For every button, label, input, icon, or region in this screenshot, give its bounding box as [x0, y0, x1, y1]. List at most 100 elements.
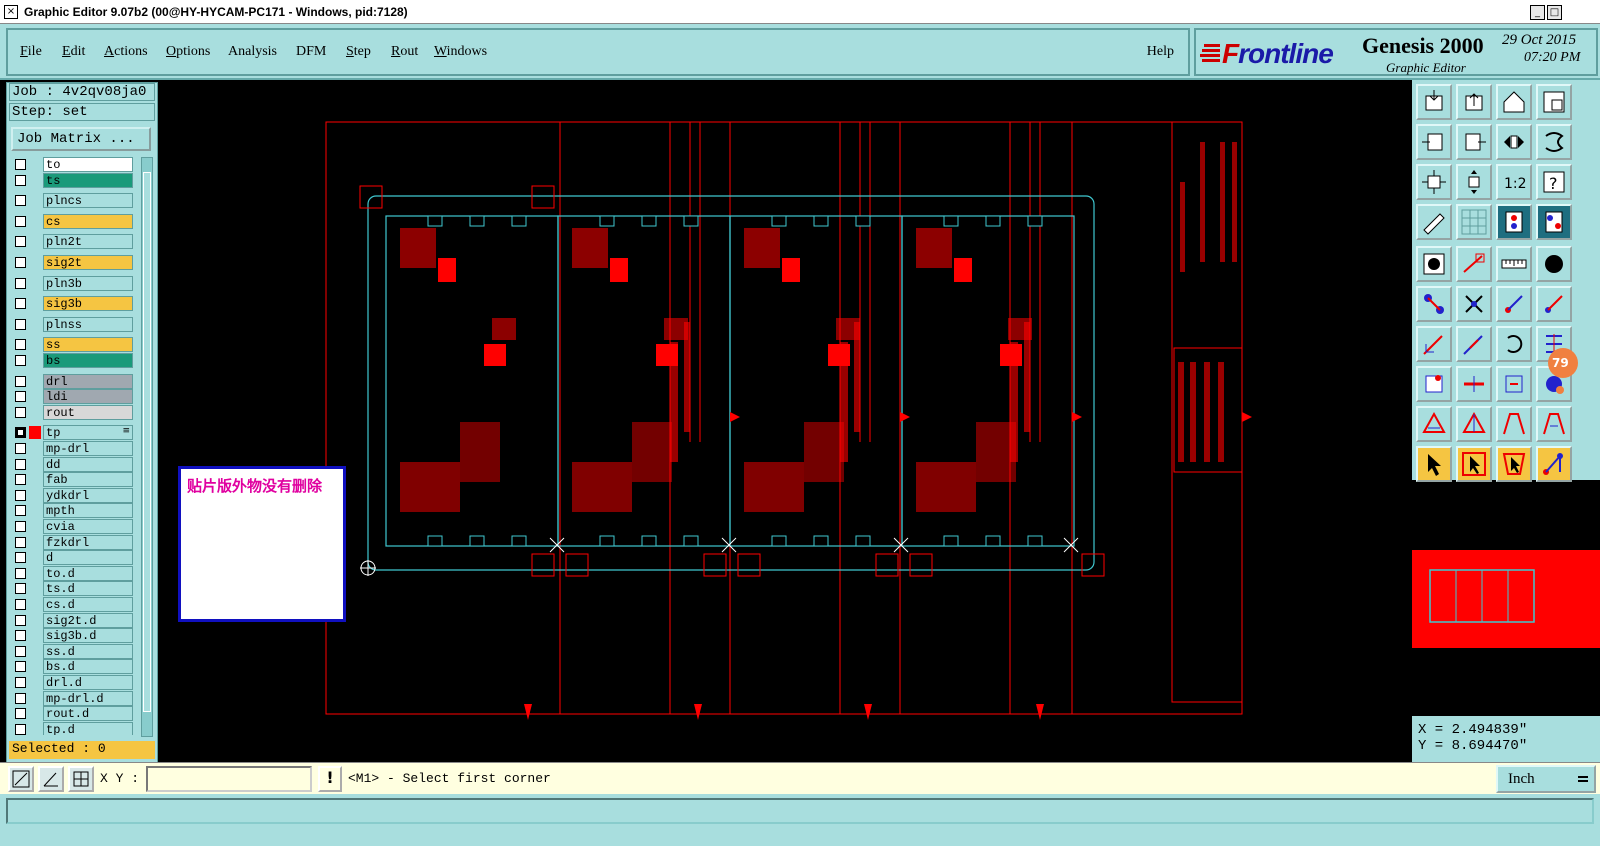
snap-blue-button[interactable]: [1536, 204, 1572, 240]
layer-name[interactable]: ts: [43, 172, 133, 188]
line-button[interactable]: [1456, 246, 1492, 282]
menu-edit[interactable]: Edit: [62, 44, 85, 60]
layer-row-mp-drl.d[interactable]: mp-drl.d: [11, 690, 135, 706]
home-step-button[interactable]: [1416, 84, 1452, 120]
ruler-button[interactable]: [1496, 246, 1532, 282]
layer-checkbox[interactable]: [15, 339, 26, 351]
layer-row-ts.d[interactable]: ts.d: [11, 581, 135, 597]
pencil-button[interactable]: [1416, 204, 1452, 240]
layer-checkbox[interactable]: [15, 474, 26, 486]
layer-name[interactable]: cs.d: [43, 597, 133, 612]
layer-row-fzkdrl[interactable]: fzkdrl: [11, 534, 135, 550]
prev-view-button[interactable]: [1416, 124, 1452, 160]
layer-name[interactable]: tp.d: [43, 721, 133, 735]
layer-row-sig2t[interactable]: sig2t: [11, 255, 135, 270]
layer-checkbox[interactable]: [15, 583, 26, 595]
layer-name[interactable]: fzkdrl: [43, 534, 133, 550]
layer-name[interactable]: mp-drl.d: [43, 690, 133, 706]
triangle-alt-button[interactable]: [1456, 406, 1492, 442]
layer-checkbox[interactable]: [15, 195, 26, 207]
layer-name[interactable]: plnss: [43, 316, 133, 332]
layer-checkbox[interactable]: [15, 614, 26, 626]
layer-checkbox[interactable]: [15, 661, 26, 673]
layer-name[interactable]: mp-drl: [43, 441, 133, 456]
layer-checkbox[interactable]: [15, 391, 26, 403]
layer-name[interactable]: ss: [43, 337, 133, 353]
layer-checkbox[interactable]: [15, 458, 26, 470]
snap-angle-button[interactable]: [38, 766, 64, 792]
layer-checkbox[interactable]: [15, 489, 26, 501]
graphics-canvas[interactable]: [160, 82, 1412, 762]
layer-row-sig2t.d[interactable]: sig2t.d: [11, 612, 135, 628]
layer-checkbox[interactable]: [15, 236, 26, 248]
rect-button[interactable]: [1416, 366, 1452, 402]
layer-name[interactable]: dd: [43, 456, 133, 472]
job-matrix-button[interactable]: Job Matrix ...: [11, 127, 151, 151]
layer-name[interactable]: d: [43, 550, 133, 566]
layer-menu-icon[interactable]: ≡: [122, 426, 130, 436]
layer-row-drl.d[interactable]: drl.d: [11, 675, 135, 690]
triangle-button[interactable]: [1416, 406, 1452, 442]
layer-name[interactable]: drl: [43, 373, 133, 389]
layer-name[interactable]: ldi: [43, 389, 133, 405]
layer-row-to.d[interactable]: to.d: [11, 565, 135, 581]
layer-checkbox[interactable]: [15, 723, 26, 735]
vector-alt-button[interactable]: [1536, 286, 1572, 322]
zoom-ratio-button[interactable]: 1:2: [1496, 164, 1532, 200]
layer-row-plnss[interactable]: plnss: [11, 316, 135, 332]
layer-name[interactable]: sig2t.d: [43, 612, 133, 628]
pan-button[interactable]: [1496, 124, 1532, 160]
layer-row-ts[interactable]: ts: [11, 172, 135, 188]
layer-row-cs[interactable]: cs: [11, 213, 135, 229]
layer-checkbox[interactable]: [15, 708, 26, 720]
warning-button[interactable]: !: [318, 766, 342, 792]
layer-checkbox[interactable]: [15, 215, 26, 227]
layer-name[interactable]: ydkdrl: [43, 487, 133, 503]
layer-name[interactable]: cs: [43, 213, 133, 229]
layer-name[interactable]: bs: [43, 353, 133, 368]
layer-row-d[interactable]: d: [11, 550, 135, 566]
menu-step[interactable]: Step: [346, 44, 371, 60]
layer-row-dd[interactable]: dd: [11, 456, 135, 472]
layer-row-ydkdrl[interactable]: ydkdrl: [11, 487, 135, 503]
layer-checkbox[interactable]: [15, 505, 26, 517]
app-icon[interactable]: ×: [4, 5, 18, 19]
vector-button[interactable]: [1496, 286, 1532, 322]
menu-file[interactable]: File: [20, 44, 42, 60]
layer-checkbox[interactable]: [15, 427, 26, 439]
layer-name[interactable]: rout.d: [43, 706, 133, 722]
layer-name[interactable]: drl.d: [43, 675, 133, 690]
arc-alt-button[interactable]: [1456, 326, 1492, 362]
scrollbar-thumb[interactable]: [143, 172, 151, 712]
layer-row-fab[interactable]: fab: [11, 472, 135, 488]
layer-row-rout[interactable]: rout: [11, 404, 135, 420]
next-view-button[interactable]: [1456, 124, 1492, 160]
menu-rout[interactable]: Rout: [391, 44, 418, 60]
layer-row-mpth[interactable]: mpth: [11, 503, 135, 519]
cross-button[interactable]: [1456, 286, 1492, 322]
layer-name[interactable]: plncs: [43, 193, 133, 209]
select-net-button[interactable]: [1536, 446, 1572, 482]
layer-row-mp-drl[interactable]: mp-drl: [11, 441, 135, 456]
layer-row-bs[interactable]: bs: [11, 353, 135, 368]
layer-name[interactable]: to: [43, 157, 133, 172]
layer-checkbox[interactable]: [15, 645, 26, 657]
layer-name[interactable]: to.d: [43, 565, 133, 581]
line-red-button[interactable]: [1456, 366, 1492, 402]
layer-name[interactable]: bs.d: [43, 659, 133, 675]
layer-color-swatch[interactable]: [29, 426, 41, 440]
select-arrow-button[interactable]: [1416, 446, 1452, 482]
layer-row-ldi[interactable]: ldi: [11, 389, 135, 405]
layer-checkbox[interactable]: [15, 355, 26, 366]
overview-map[interactable]: [1412, 482, 1600, 714]
menu-dfm[interactable]: DFM: [296, 44, 326, 60]
layer-name[interactable]: cvia: [43, 519, 133, 534]
layer-name[interactable]: rout: [43, 404, 133, 420]
arc-button[interactable]: [1416, 326, 1452, 362]
layer-row-rout.d[interactable]: rout.d: [11, 706, 135, 722]
rotate-button[interactable]: [1496, 326, 1532, 362]
layer-row-to[interactable]: to: [11, 157, 135, 172]
layer-checkbox[interactable]: [15, 521, 26, 532]
layer-name[interactable]: sig2t: [43, 255, 133, 270]
layer-row-pln3b[interactable]: pln3b: [11, 275, 135, 291]
